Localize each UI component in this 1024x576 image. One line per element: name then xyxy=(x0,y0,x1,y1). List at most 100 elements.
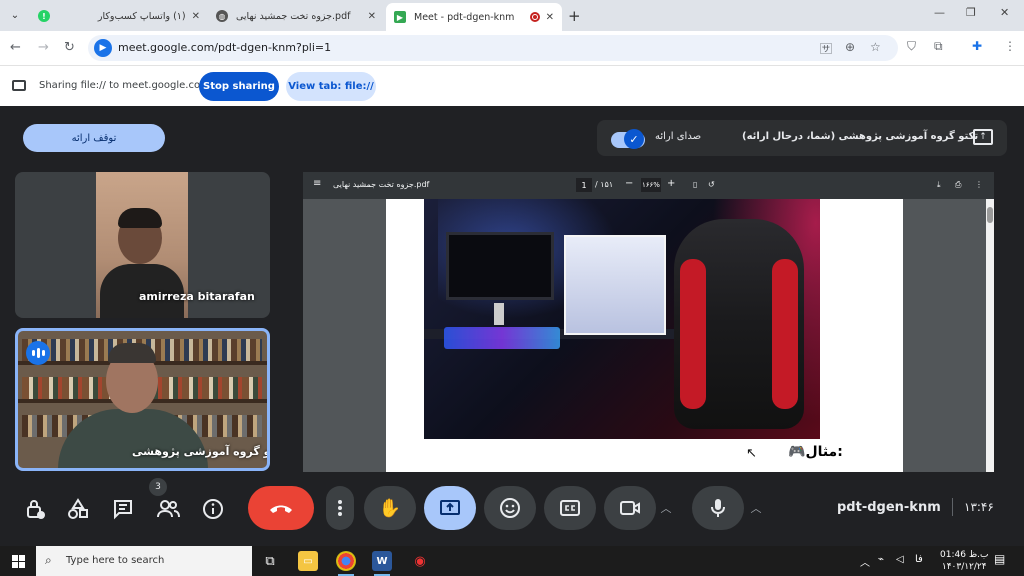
shared-pdf-viewer[interactable]: ≡ جزوه تخت جمشید نهایی.pdf 1 / ۱۵۱ − ۱۶۶… xyxy=(303,172,994,472)
leave-call-button[interactable] xyxy=(248,486,314,530)
tab-search-icon[interactable]: ⌄ xyxy=(6,6,24,24)
chrome-icon[interactable] xyxy=(336,551,356,576)
presentation-audio-label: صدای ارائه xyxy=(655,131,702,142)
translate-icon[interactable]: 🈂 xyxy=(820,40,832,57)
browser-tab-strip: ⌄ ! (۱) واتساپ کسب‌وکار ✕ ◍ جزوه تخت جمش… xyxy=(0,0,1024,31)
stop-presenting-button[interactable]: توقف ارائه xyxy=(23,124,165,152)
reload-icon[interactable]: ↻ xyxy=(64,40,75,55)
mic-options-chevron[interactable]: ︿ xyxy=(742,486,770,530)
bookmark-star-icon[interactable]: ☆ xyxy=(870,40,881,54)
whatsapp-icon: ! xyxy=(38,10,50,22)
meet-stage: توقف ارائه ✓ صدای ارائه تکتو گروه آموزشی… xyxy=(0,106,1024,540)
gaming-setup-image xyxy=(424,199,820,439)
speaking-indicator-icon xyxy=(26,341,50,365)
camera-options-chevron[interactable]: ︿ xyxy=(652,486,680,530)
videocam-icon xyxy=(620,501,640,515)
rotate-icon[interactable]: ↺ xyxy=(708,180,715,189)
back-icon[interactable]: ← xyxy=(10,40,21,55)
profile-extension-icon[interactable]: ✚ xyxy=(972,39,982,53)
forward-icon[interactable]: → xyxy=(38,40,49,55)
zoom-icon[interactable]: ⊕ xyxy=(845,40,855,54)
present-now-button[interactable] xyxy=(424,486,476,530)
minimize-icon[interactable]: — xyxy=(934,6,945,19)
system-clock[interactable]: 01:46 ب.ظ ۱۴۰۳/۱۲/۲۴ xyxy=(940,549,988,573)
screen-recorder-icon[interactable]: ◉ xyxy=(410,551,430,571)
close-icon[interactable]: ✕ xyxy=(192,11,200,22)
presentation-audio-toggle[interactable]: ✓ xyxy=(611,129,645,149)
captions-icon xyxy=(560,500,580,516)
hamburger-menu-icon[interactable]: ≡ xyxy=(313,178,321,189)
stop-sharing-button[interactable]: Stop sharing xyxy=(199,72,279,101)
speaker-icon[interactable]: ◁ xyxy=(896,554,904,565)
reactions-button[interactable] xyxy=(484,486,536,530)
network-icon[interactable]: ⌁ xyxy=(878,554,884,565)
meeting-info-icon[interactable] xyxy=(200,496,226,522)
participant-tile[interactable]: amirreza bitarafan xyxy=(15,172,270,318)
participant-tile-self[interactable]: تکتو گروه آموزشی پژوهشی xyxy=(15,328,270,471)
taskbar-search[interactable]: ⌕ Type here to search xyxy=(36,546,252,576)
window-close-icon[interactable]: ✕ xyxy=(1000,6,1009,19)
activities-shapes-icon[interactable] xyxy=(65,496,91,522)
new-tab-icon[interactable]: + xyxy=(568,7,581,25)
more-options-button[interactable] xyxy=(326,486,354,530)
url-text: meet.google.com/pdt-dgen-knm?pli=1 xyxy=(118,41,332,54)
participant-count-badge: 3 xyxy=(149,478,167,496)
tab-sharing-bar: Sharing file:// to meet.google.com Stop … xyxy=(0,65,1024,106)
people-icon[interactable] xyxy=(155,496,181,522)
presentation-banner: ✓ صدای ارائه تکتو گروه آموزشی پژوهشی (شم… xyxy=(597,120,1007,156)
pdf-scrollbar[interactable] xyxy=(986,199,994,472)
download-icon[interactable]: ⤓ xyxy=(937,180,941,190)
check-icon: ✓ xyxy=(624,129,644,149)
windows-start-icon[interactable] xyxy=(12,555,25,568)
raise-hand-button[interactable]: ✋ xyxy=(364,486,416,530)
pdf-page-input[interactable]: 1 xyxy=(576,178,592,192)
participant-name: amirreza bitarafan xyxy=(139,290,255,303)
meet-site-icon[interactable]: ▶ xyxy=(94,39,112,57)
tab-title: جزوه تخت جمشید نهایی.pdf xyxy=(236,10,351,22)
address-bar[interactable]: ▶ meet.google.com/pdt-dgen-knm?pli=1 🈂 ⊕… xyxy=(88,35,898,61)
chevron-up-icon: ︿ xyxy=(750,502,762,515)
zoom-in-icon[interactable]: + xyxy=(667,178,675,189)
meet-icon: ▶ xyxy=(394,11,406,23)
present-screen-icon xyxy=(440,500,460,515)
tray-overflow-icon[interactable]: ︿ xyxy=(860,554,870,569)
extensions-puzzle-icon[interactable]: ⧉ xyxy=(934,39,943,54)
chat-icon[interactable] xyxy=(110,496,136,522)
close-icon[interactable]: ✕ xyxy=(546,12,554,23)
pdf-zoom-input[interactable]: ۱۶۶% xyxy=(641,178,661,192)
view-tab-button[interactable]: View tab: file:// xyxy=(286,72,376,101)
tab-meet[interactable]: ▶ Meet - pdt-dgen-knm ✕ xyxy=(386,3,562,31)
search-placeholder: Type here to search xyxy=(66,555,165,566)
video-figure xyxy=(108,343,156,363)
hand-icon: ✋ xyxy=(378,497,402,519)
zoom-out-icon[interactable]: − xyxy=(625,178,633,189)
divider xyxy=(952,498,953,516)
search-icon: ⌕ xyxy=(45,553,52,567)
shield-extension-icon[interactable]: ⛉ xyxy=(907,39,916,54)
tab-pdf[interactable]: ◍ جزوه تخت جمشید نهایی.pdf ✕ xyxy=(208,4,384,28)
keyboard-language[interactable]: فا xyxy=(915,554,923,565)
presenter-title: تکتو گروه آموزشی پژوهشی (شما، درحال ارائ… xyxy=(742,131,979,142)
camera-button[interactable] xyxy=(604,486,656,530)
emoji-icon xyxy=(500,498,520,518)
present-screen-icon: ↑ xyxy=(973,129,993,145)
chevron-up-icon: ︿ xyxy=(660,502,672,515)
meeting-code: pdt-dgen-knm xyxy=(837,500,941,515)
tab-whatsapp[interactable]: ! (۱) واتساپ کسب‌وکار ✕ xyxy=(30,4,208,28)
captions-button[interactable] xyxy=(544,486,596,530)
task-view-icon[interactable]: ⧉ xyxy=(260,551,280,571)
word-icon[interactable]: W xyxy=(372,551,392,576)
print-icon[interactable]: ⎙ xyxy=(955,180,961,190)
host-controls-lock-icon[interactable] xyxy=(22,496,48,522)
pdf-caption: 🎮مثال: xyxy=(788,444,843,460)
tab-title: (۱) واتساپ کسب‌وکار xyxy=(97,10,186,22)
microphone-button[interactable] xyxy=(692,486,744,530)
more-options-icon[interactable]: ⋮ xyxy=(975,180,983,189)
fit-page-icon[interactable]: ▯ xyxy=(693,180,697,189)
close-icon[interactable]: ✕ xyxy=(368,11,376,22)
notifications-icon[interactable]: ▤ xyxy=(994,552,1005,566)
file-explorer-icon[interactable]: ▭ xyxy=(298,551,318,571)
restore-icon[interactable]: ❐ xyxy=(966,6,976,19)
kebab-menu-icon[interactable]: ⋮ xyxy=(1004,39,1016,53)
globe-icon: ◍ xyxy=(216,10,228,22)
